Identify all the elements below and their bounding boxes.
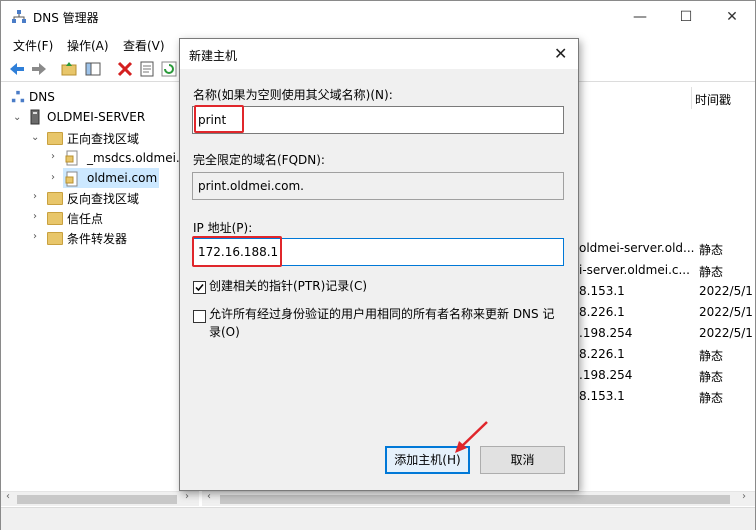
record-data[interactable]: 8.226.1 xyxy=(579,305,625,319)
allow-update-checkbox[interactable] xyxy=(193,310,206,323)
tree-node-msdcs[interactable]: _msdcs.oldmei.c xyxy=(87,151,186,165)
name-input[interactable] xyxy=(198,113,538,127)
record-timestamp: 静态 xyxy=(699,370,724,384)
allow-update-label-line2[interactable]: 录(O) xyxy=(209,323,240,341)
tree-node-server[interactable]: OLDMEI-SERVER xyxy=(47,110,145,124)
tree-node-dns[interactable]: DNS xyxy=(29,90,55,104)
minimize-button[interactable]: — xyxy=(617,1,663,33)
list-horizontal-scrollbar[interactable]: ‹ › xyxy=(202,491,755,506)
back-arrow-icon[interactable] xyxy=(7,59,27,79)
chevron-right-icon[interactable]: › xyxy=(51,172,55,183)
window-title: DNS 管理器 xyxy=(33,11,99,25)
zone-file-icon xyxy=(65,171,78,187)
record-timestamp: 静态 xyxy=(699,243,724,257)
fqdn-field xyxy=(192,172,564,200)
tree-horizontal-scrollbar[interactable]: ‹ › xyxy=(1,491,199,506)
tree-node-trust-points[interactable]: 信任点 xyxy=(67,210,103,227)
delete-icon[interactable] xyxy=(115,59,135,79)
record-data[interactable]: 8.226.1 xyxy=(579,347,625,361)
folder-icon xyxy=(47,132,63,145)
fqdn-label: 完全限定的域名(FQDN): xyxy=(193,153,325,167)
menu-view[interactable]: 查看(V) xyxy=(123,37,165,54)
tree-pane: DNS ⌄ OLDMEI-SERVER ⌄ 正向查找区域 › _msdcs.ol… xyxy=(1,85,197,489)
folder-icon xyxy=(47,212,63,225)
title-bar: DNS 管理器 — ☐ ✕ xyxy=(1,1,755,33)
show-hide-tree-icon[interactable] xyxy=(83,59,103,79)
folder-icon xyxy=(47,192,63,205)
menu-file[interactable]: 文件(F) xyxy=(13,37,53,54)
scroll-right-icon[interactable]: › xyxy=(185,491,189,502)
server-icon xyxy=(30,109,40,125)
scroll-right-icon[interactable]: › xyxy=(742,491,746,502)
close-button[interactable]: ✕ xyxy=(709,1,755,33)
record-data[interactable]: i-server.oldmei.c... xyxy=(579,263,690,277)
folder-icon xyxy=(47,232,63,245)
new-host-dialog: 新建主机 ✕ 名称(如果为空则使用其父域名称)(N): 完全限定的域名(FQDN… xyxy=(179,38,579,491)
dialog-title: 新建主机 xyxy=(189,49,238,63)
annotation-arrow-icon xyxy=(455,421,488,453)
tree-node-oldmei[interactable]: oldmei.com xyxy=(87,171,157,185)
highlight-box xyxy=(194,105,244,133)
dns-root-icon xyxy=(11,90,25,103)
dns-app-icon xyxy=(12,10,26,23)
ptr-checkbox[interactable] xyxy=(193,281,206,294)
zone-file-icon xyxy=(65,150,78,166)
properties-icon[interactable] xyxy=(137,59,157,79)
scroll-left-icon[interactable]: ‹ xyxy=(6,491,10,502)
refresh-icon[interactable] xyxy=(159,59,179,79)
record-timestamp: 静态 xyxy=(699,349,724,363)
tree-node-forward-zones[interactable]: 正向查找区域 xyxy=(67,130,139,147)
record-data[interactable]: 8.153.1 xyxy=(579,389,625,403)
chevron-right-icon[interactable]: › xyxy=(33,191,37,202)
allow-update-label-line1[interactable]: 允许所有经过身份验证的用户用相同的所有者名称来更新 DNS 记 xyxy=(209,305,554,323)
record-timestamp: 静态 xyxy=(699,391,724,405)
maximize-button[interactable]: ☐ xyxy=(663,1,709,33)
fqdn-input xyxy=(198,179,538,193)
tree-node-conditional-forwarders[interactable]: 条件转发器 xyxy=(67,230,127,247)
tree-node-reverse-zones[interactable]: 反向查找区域 xyxy=(67,190,139,207)
chevron-right-icon[interactable]: › xyxy=(33,211,37,222)
record-timestamp: 静态 xyxy=(699,265,724,279)
chevron-right-icon[interactable]: › xyxy=(33,231,37,242)
dialog-close-button[interactable]: ✕ xyxy=(554,44,567,63)
highlight-box xyxy=(192,236,282,267)
record-timestamp: 2022/5/1 xyxy=(699,305,753,319)
record-timestamp: 2022/5/1 xyxy=(699,284,753,298)
record-data[interactable]: oldmei-server.old... xyxy=(579,241,694,255)
scroll-left-icon[interactable]: ‹ xyxy=(207,491,211,502)
chevron-right-icon[interactable]: › xyxy=(51,151,55,162)
name-field[interactable] xyxy=(192,106,564,134)
scroll-thumb[interactable] xyxy=(220,495,730,504)
status-bar xyxy=(1,507,755,530)
record-timestamp: 2022/5/1 xyxy=(699,326,753,340)
ip-label: IP 地址(P): xyxy=(193,221,253,235)
dialog-title-bar: 新建主机 ✕ xyxy=(180,39,578,69)
column-header-timestamp[interactable]: 时间戳 xyxy=(695,91,731,108)
ptr-checkbox-label[interactable]: 创建相关的指针(PTR)记录(C) xyxy=(209,277,367,295)
forward-arrow-icon[interactable] xyxy=(29,59,49,79)
name-label: 名称(如果为空则使用其父域名称)(N): xyxy=(193,88,393,102)
scroll-thumb[interactable] xyxy=(17,495,177,504)
up-folder-icon[interactable] xyxy=(59,59,79,79)
record-data[interactable]: .198.254 xyxy=(579,326,632,340)
chevron-down-icon[interactable]: ⌄ xyxy=(31,132,39,143)
checkmark-icon xyxy=(195,284,204,292)
column-separator[interactable] xyxy=(691,87,692,109)
record-data[interactable]: .198.254 xyxy=(579,368,632,382)
menu-action[interactable]: 操作(A) xyxy=(67,37,109,54)
record-data[interactable]: 8.153.1 xyxy=(579,284,625,298)
chevron-down-icon[interactable]: ⌄ xyxy=(13,112,21,123)
